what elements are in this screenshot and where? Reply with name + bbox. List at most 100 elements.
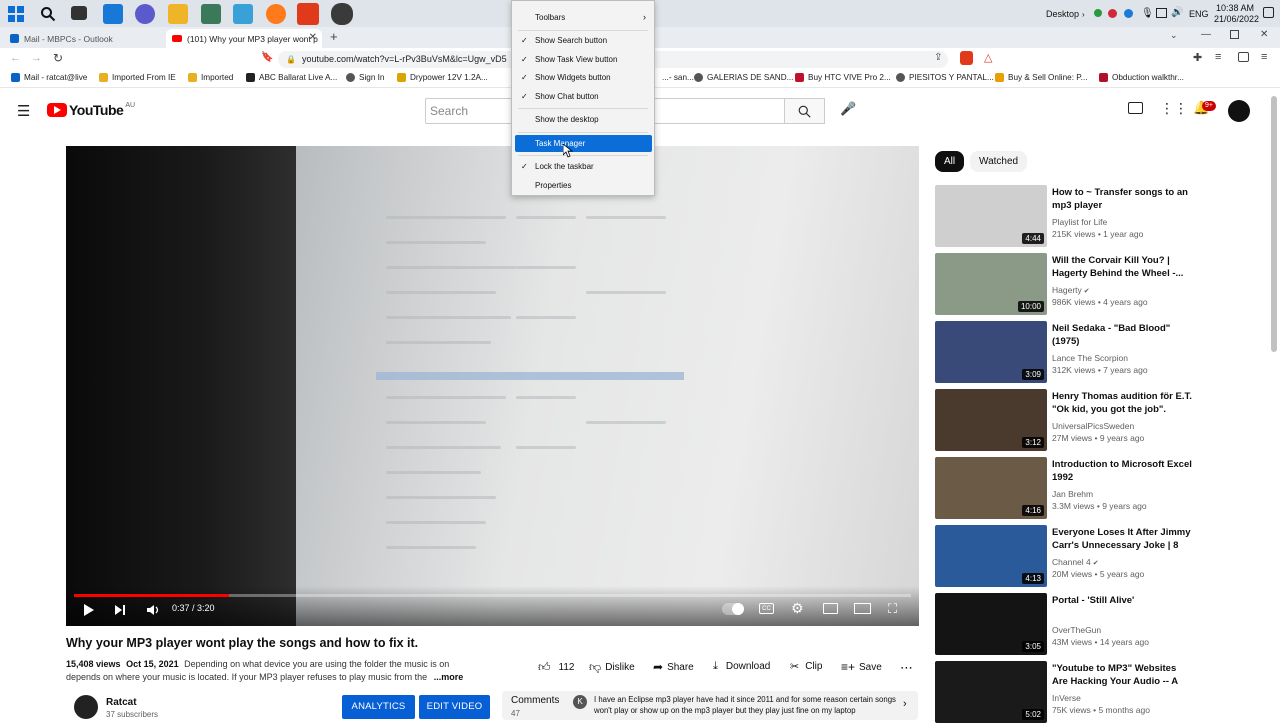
- bookmark-item[interactable]: Mail - ratcat@live: [11, 73, 87, 82]
- recommended-video-title[interactable]: Introduction to Microsoft Excel 1992: [1052, 458, 1192, 484]
- recommended-video[interactable]: 3:09 Neil Sedaka - "Bad Blood" (1975) Lanc…: [935, 321, 1195, 383]
- brave-shields-icon[interactable]: [960, 51, 973, 65]
- recommended-video-title[interactable]: Everyone Loses It After Jimmy Carr's Unn…: [1052, 526, 1192, 553]
- theater-mode-button[interactable]: [854, 603, 871, 614]
- display-tray-icon[interactable]: [1156, 8, 1167, 18]
- recommended-video-title[interactable]: Neil Sedaka - "Bad Blood" (1975): [1052, 322, 1192, 348]
- new-tab-icon[interactable]: +: [330, 29, 338, 44]
- next-button[interactable]: [113, 602, 127, 618]
- menu-item-show-task-view[interactable]: ✓ Show Task View button: [512, 51, 654, 68]
- restore-window-icon[interactable]: [1230, 30, 1239, 39]
- autoplay-toggle[interactable]: [722, 603, 744, 615]
- bookmark-item[interactable]: Drypower 12V 1.2A...: [397, 73, 488, 82]
- video-thumbnail[interactable]: 3:12: [935, 389, 1047, 451]
- save-button[interactable]: ≡+ Save: [841, 660, 882, 674]
- search-button[interactable]: [785, 98, 825, 124]
- video-thumbnail[interactable]: 4:44: [935, 185, 1047, 247]
- brave-browser-icon[interactable]: [297, 3, 319, 25]
- calculator-icon[interactable]: [201, 4, 221, 24]
- bookmark-item[interactable]: PIESITOS Y PANTAL...: [896, 73, 994, 82]
- recommended-video-channel[interactable]: Hagerty ✔: [1052, 285, 1090, 295]
- bookmark-folder[interactable]: Imported: [188, 73, 233, 82]
- minimize-window-icon[interactable]: —: [1201, 29, 1211, 40]
- bookmark-page-icon[interactable]: 🔖: [261, 52, 273, 63]
- bookmark-item[interactable]: ABC Ballarat Live A...: [246, 73, 337, 82]
- microphone-tray-icon[interactable]: 🎙: [1141, 8, 1154, 19]
- clip-button[interactable]: ✂ Clip: [790, 660, 822, 673]
- video-thumbnail[interactable]: 3:09: [935, 321, 1047, 383]
- recommended-video[interactable]: 4:44 How to ~ Transfer songs to an mp3 pl…: [935, 185, 1195, 247]
- language-indicator[interactable]: ENG: [1189, 9, 1209, 19]
- share-button[interactable]: ➦ Share: [653, 660, 694, 674]
- more-actions-icon[interactable]: ⋯: [900, 660, 913, 676]
- video-thumbnail[interactable]: 5:02: [935, 661, 1047, 723]
- video-player[interactable]: 0:37 / 3:20 CC ⚙ ⛶: [66, 146, 919, 626]
- share-page-icon[interactable]: ⇪: [934, 52, 942, 63]
- bookmark-item[interactable]: GALERIAS DE SAND...: [694, 73, 793, 82]
- dislike-button[interactable]: 👎︎ Dislike: [589, 660, 635, 675]
- widgets-icon[interactable]: [103, 4, 123, 24]
- tab-youtube-video[interactable]: (101) Why your MP3 player wont p ✕: [166, 29, 322, 48]
- bookmark-item[interactable]: Buy HTC VIVE Pro 2...: [795, 73, 891, 82]
- extensions-icon[interactable]: ✚: [1193, 51, 1202, 64]
- notifications-tray-icon[interactable]: [1263, 7, 1274, 18]
- bookmark-item[interactable]: ...- san...: [662, 73, 694, 82]
- recommended-video-channel[interactable]: Playlist for Life: [1052, 217, 1107, 227]
- comments-preview[interactable]: Comments 47 K I have an Eclipse mp3 play…: [502, 691, 918, 720]
- chip-watched[interactable]: Watched: [970, 151, 1028, 172]
- reload-icon[interactable]: ↻: [53, 51, 63, 65]
- reading-list-icon[interactable]: ≡: [1215, 51, 1221, 63]
- task-view-icon[interactable]: [71, 6, 87, 20]
- hamburger-menu-icon[interactable]: ☰: [17, 102, 30, 120]
- volume-button[interactable]: [145, 602, 161, 618]
- recommended-video[interactable]: 4:13 Everyone Loses It After Jimmy Carr's…: [935, 525, 1195, 587]
- forward-icon[interactable]: →: [31, 52, 42, 64]
- recommended-video-channel[interactable]: UniversalPicsSweden: [1052, 421, 1134, 431]
- download-button[interactable]: ⤓ Download: [713, 660, 770, 673]
- video-thumbnail[interactable]: 10:00: [935, 253, 1047, 315]
- fullscreen-button[interactable]: ⛶: [888, 601, 897, 617]
- recommended-video-channel[interactable]: OverTheGun: [1052, 625, 1101, 635]
- youtube-logo[interactable]: YouTube AU: [47, 102, 135, 118]
- recommended-video-title[interactable]: Portal - 'Still Alive': [1052, 594, 1192, 607]
- tab-outlook[interactable]: Mail - MBPCs - Outlook: [4, 29, 164, 48]
- photos-icon[interactable]: [233, 4, 253, 24]
- wallet-icon[interactable]: [1238, 52, 1249, 62]
- show-more-link[interactable]: ...more: [434, 672, 464, 682]
- brave-rewards-icon[interactable]: △: [984, 51, 992, 64]
- screen-recorder-icon[interactable]: [331, 3, 353, 25]
- miniplayer-button[interactable]: [823, 603, 838, 614]
- tray-chevron-icon[interactable]: ›: [1082, 10, 1085, 19]
- tray-app-icon-3[interactable]: [1124, 9, 1133, 18]
- menu-item-lock-taskbar[interactable]: ✓ Lock the taskbar: [512, 158, 654, 175]
- subtitles-button[interactable]: CC: [759, 603, 774, 614]
- recommended-video[interactable]: 3:12 Henry Thomas audition för E.T. "Ok k…: [935, 389, 1195, 451]
- channel-avatar[interactable]: [74, 695, 98, 719]
- back-icon[interactable]: ←: [10, 52, 21, 64]
- tray-app-icon[interactable]: [1094, 9, 1102, 17]
- voice-search-icon[interactable]: 🎤: [840, 101, 856, 117]
- recommended-video[interactable]: 10:00 Will the Corvair Kill You? | Hagert…: [935, 253, 1195, 315]
- speaker-tray-icon[interactable]: 🔊: [1171, 7, 1183, 18]
- create-video-icon[interactable]: [1128, 102, 1143, 114]
- recommended-video[interactable]: 3:05 Portal - 'Still Alive' OverTheGun 43M …: [935, 593, 1195, 655]
- close-window-icon[interactable]: ✕: [1260, 29, 1268, 40]
- clock-time[interactable]: 10:38 AM: [1216, 3, 1254, 13]
- firefox-icon[interactable]: [266, 4, 286, 24]
- file-explorer-icon[interactable]: [168, 4, 188, 24]
- recommended-video-title[interactable]: "Youtube to MP3" Websites Are Hacking Yo…: [1052, 662, 1192, 689]
- recommended-video-channel[interactable]: Lance The Scorpion: [1052, 353, 1128, 363]
- like-button[interactable]: 👍︎ 112: [538, 660, 575, 675]
- account-avatar[interactable]: [1228, 100, 1250, 122]
- tray-app-icon-2[interactable]: [1108, 9, 1117, 18]
- recommended-video-title[interactable]: Will the Corvair Kill You? | Hagerty Beh…: [1052, 254, 1192, 280]
- video-thumbnail[interactable]: 3:05: [935, 593, 1047, 655]
- page-scrollbar[interactable]: [1271, 96, 1277, 352]
- recommended-video-title[interactable]: How to ~ Transfer songs to an mp3 player: [1052, 186, 1192, 212]
- menu-item-task-manager[interactable]: Task Manager: [515, 135, 652, 152]
- menu-item-show-desktop[interactable]: Show the desktop: [512, 111, 654, 128]
- video-thumbnail[interactable]: 4:16: [935, 457, 1047, 519]
- clock-date[interactable]: 21/06/2022: [1214, 14, 1259, 24]
- bookmark-item[interactable]: Buy & Sell Online: P...: [995, 73, 1088, 82]
- play-button[interactable]: [82, 602, 96, 618]
